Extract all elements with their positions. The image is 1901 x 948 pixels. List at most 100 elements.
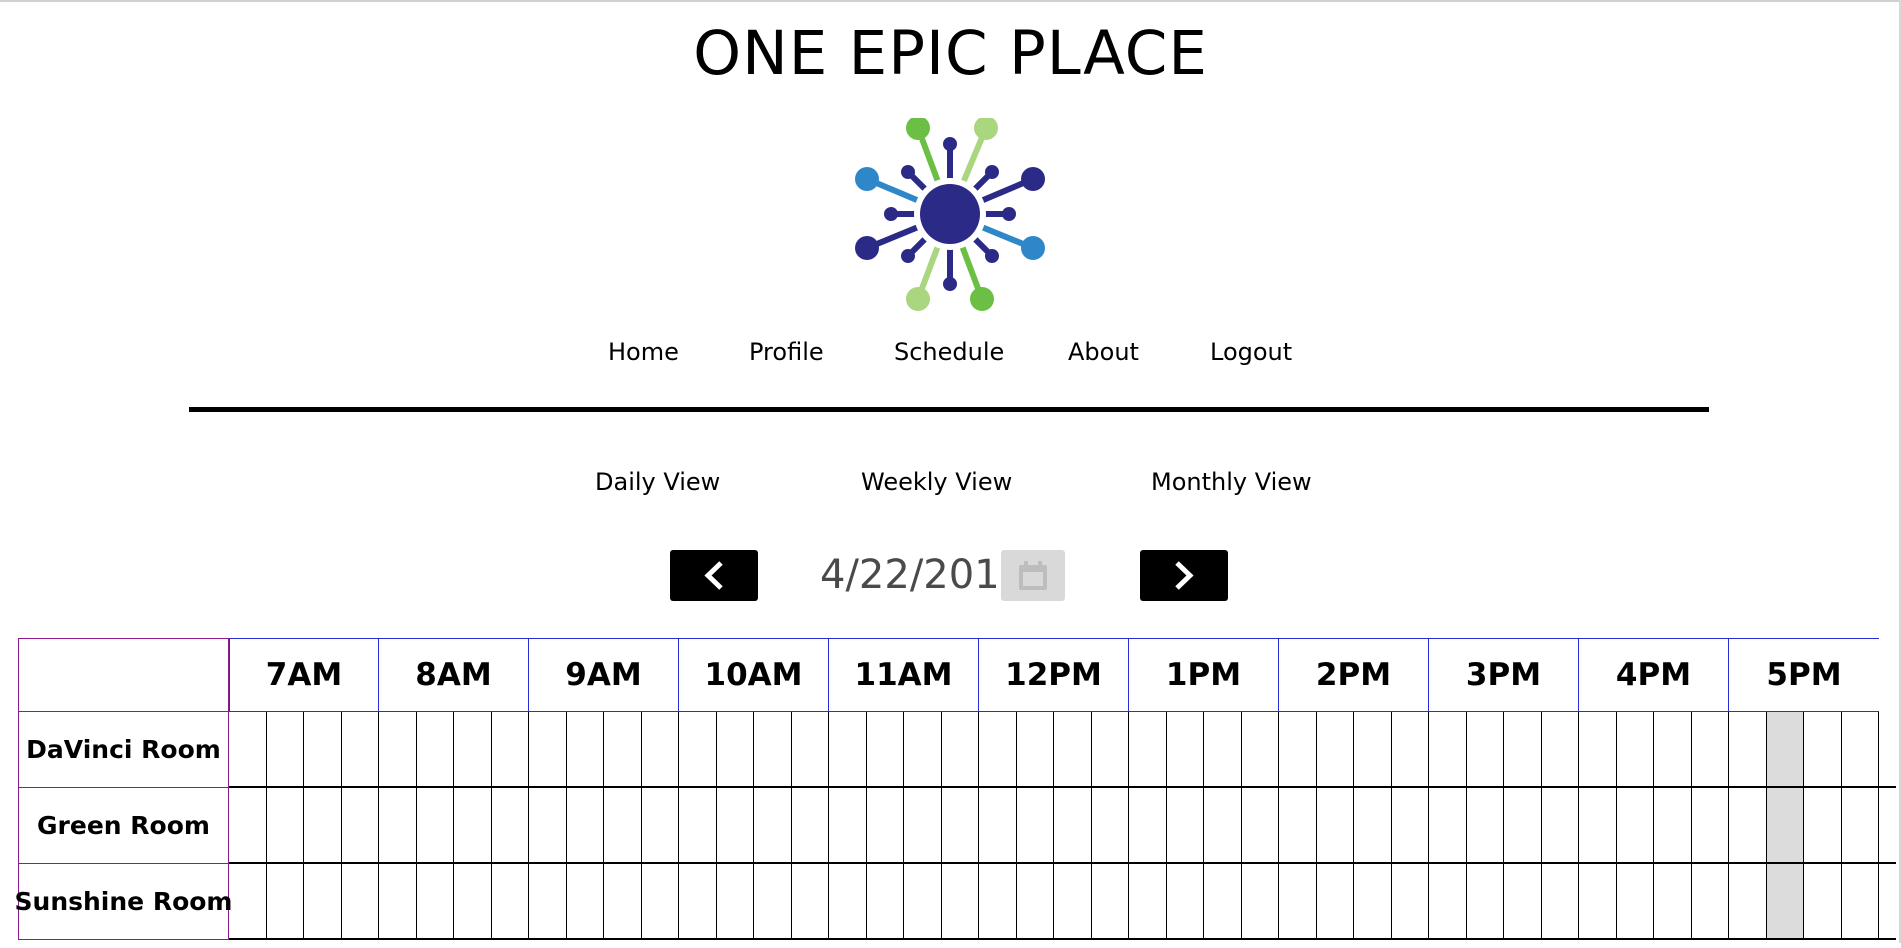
time-slot[interactable]: [1804, 788, 1842, 862]
time-slot[interactable]: [379, 788, 417, 862]
time-slot[interactable]: [717, 788, 754, 862]
time-slot[interactable]: [1279, 788, 1317, 862]
time-slot[interactable]: [1242, 788, 1279, 862]
monthly-view-link[interactable]: Monthly View: [1151, 468, 1312, 496]
time-slot[interactable]: [417, 712, 454, 786]
time-slot[interactable]: [829, 864, 867, 938]
nav-profile[interactable]: Profile: [749, 338, 824, 366]
weekly-view-link[interactable]: Weekly View: [861, 468, 1012, 496]
time-slot[interactable]: [904, 788, 942, 862]
nav-logout[interactable]: Logout: [1210, 338, 1292, 366]
time-slot[interactable]: [267, 712, 304, 786]
time-slot[interactable]: [1617, 712, 1654, 786]
time-slot[interactable]: [1092, 788, 1129, 862]
time-slot[interactable]: [1242, 864, 1279, 938]
time-slot[interactable]: [979, 712, 1017, 786]
time-slot[interactable]: [454, 788, 492, 862]
time-slot[interactable]: [1392, 712, 1429, 786]
daily-view-link[interactable]: Daily View: [595, 468, 720, 496]
time-slot[interactable]: [1692, 712, 1729, 786]
time-slot[interactable]: [1354, 712, 1392, 786]
time-slot[interactable]: [1729, 712, 1767, 786]
time-slot[interactable]: [417, 864, 454, 938]
time-slot[interactable]: [942, 788, 979, 862]
time-slot[interactable]: [1392, 788, 1429, 862]
time-slot[interactable]: [1692, 788, 1729, 862]
time-slot[interactable]: [1054, 788, 1092, 862]
time-slot[interactable]: [1804, 864, 1842, 938]
time-slot[interactable]: [1504, 788, 1542, 862]
time-slot[interactable]: [1654, 864, 1692, 938]
time-slot[interactable]: [267, 788, 304, 862]
time-slot[interactable]: [1167, 788, 1204, 862]
time-slot[interactable]: [229, 712, 267, 786]
time-slot[interactable]: [229, 864, 267, 938]
time-slot[interactable]: [1092, 864, 1129, 938]
time-slot[interactable]: [229, 788, 267, 862]
time-slot[interactable]: [1279, 712, 1317, 786]
time-slot[interactable]: [529, 712, 567, 786]
time-slot[interactable]: [1167, 864, 1204, 938]
time-slot[interactable]: [1429, 788, 1467, 862]
time-slot[interactable]: [1092, 712, 1129, 786]
time-slot[interactable]: [604, 788, 642, 862]
time-slot[interactable]: [1354, 864, 1392, 938]
time-slot[interactable]: [1017, 788, 1054, 862]
time-slot[interactable]: [642, 864, 679, 938]
time-slot[interactable]: [567, 712, 604, 786]
time-slot[interactable]: [567, 864, 604, 938]
time-slot[interactable]: [1317, 712, 1354, 786]
time-slot[interactable]: [1692, 864, 1729, 938]
time-slot[interactable]: [1579, 864, 1617, 938]
time-slot[interactable]: [1467, 712, 1504, 786]
time-slot[interactable]: [1204, 864, 1242, 938]
booked-time-slot[interactable]: [1766, 788, 1804, 862]
time-slot[interactable]: [642, 712, 679, 786]
time-slot[interactable]: [1317, 788, 1354, 862]
nav-home[interactable]: Home: [608, 338, 679, 366]
time-slot[interactable]: [529, 788, 567, 862]
time-slot[interactable]: [792, 788, 829, 862]
time-slot[interactable]: [529, 864, 567, 938]
time-slot[interactable]: [1504, 712, 1542, 786]
time-slot[interactable]: [754, 864, 792, 938]
time-slot[interactable]: [492, 788, 529, 862]
time-slot[interactable]: [1729, 864, 1767, 938]
time-slot[interactable]: [379, 864, 417, 938]
time-slot[interactable]: [604, 864, 642, 938]
time-slot[interactable]: [1804, 712, 1842, 786]
time-slot[interactable]: [754, 788, 792, 862]
time-slot[interactable]: [867, 864, 904, 938]
time-slot[interactable]: [342, 712, 379, 786]
time-slot[interactable]: [1654, 712, 1692, 786]
time-slot[interactable]: [342, 864, 379, 938]
time-slot[interactable]: [792, 864, 829, 938]
time-slot[interactable]: [342, 788, 379, 862]
time-slot[interactable]: [1129, 712, 1167, 786]
time-slot[interactable]: [679, 712, 717, 786]
nav-schedule[interactable]: Schedule: [894, 338, 1004, 366]
time-slot[interactable]: [454, 712, 492, 786]
time-slot[interactable]: [642, 788, 679, 862]
time-slot[interactable]: [267, 864, 304, 938]
time-slot[interactable]: [1129, 788, 1167, 862]
time-slot[interactable]: [1054, 864, 1092, 938]
time-slot[interactable]: [1279, 864, 1317, 938]
time-slot[interactable]: [1429, 712, 1467, 786]
calendar-button[interactable]: [1001, 550, 1065, 601]
time-slot[interactable]: [1729, 788, 1767, 862]
time-slot[interactable]: [1317, 864, 1354, 938]
time-slot[interactable]: [754, 712, 792, 786]
time-slot[interactable]: [492, 712, 529, 786]
time-slot[interactable]: [1467, 864, 1504, 938]
time-slot[interactable]: [604, 712, 642, 786]
time-slot[interactable]: [1542, 864, 1579, 938]
time-slot[interactable]: [304, 864, 342, 938]
time-slot[interactable]: [1167, 712, 1204, 786]
time-slot[interactable]: [867, 788, 904, 862]
booked-time-slot[interactable]: [1766, 864, 1804, 938]
time-slot[interactable]: [1129, 864, 1167, 938]
time-slot[interactable]: [829, 712, 867, 786]
time-slot[interactable]: [417, 788, 454, 862]
time-slot[interactable]: [1842, 712, 1879, 786]
